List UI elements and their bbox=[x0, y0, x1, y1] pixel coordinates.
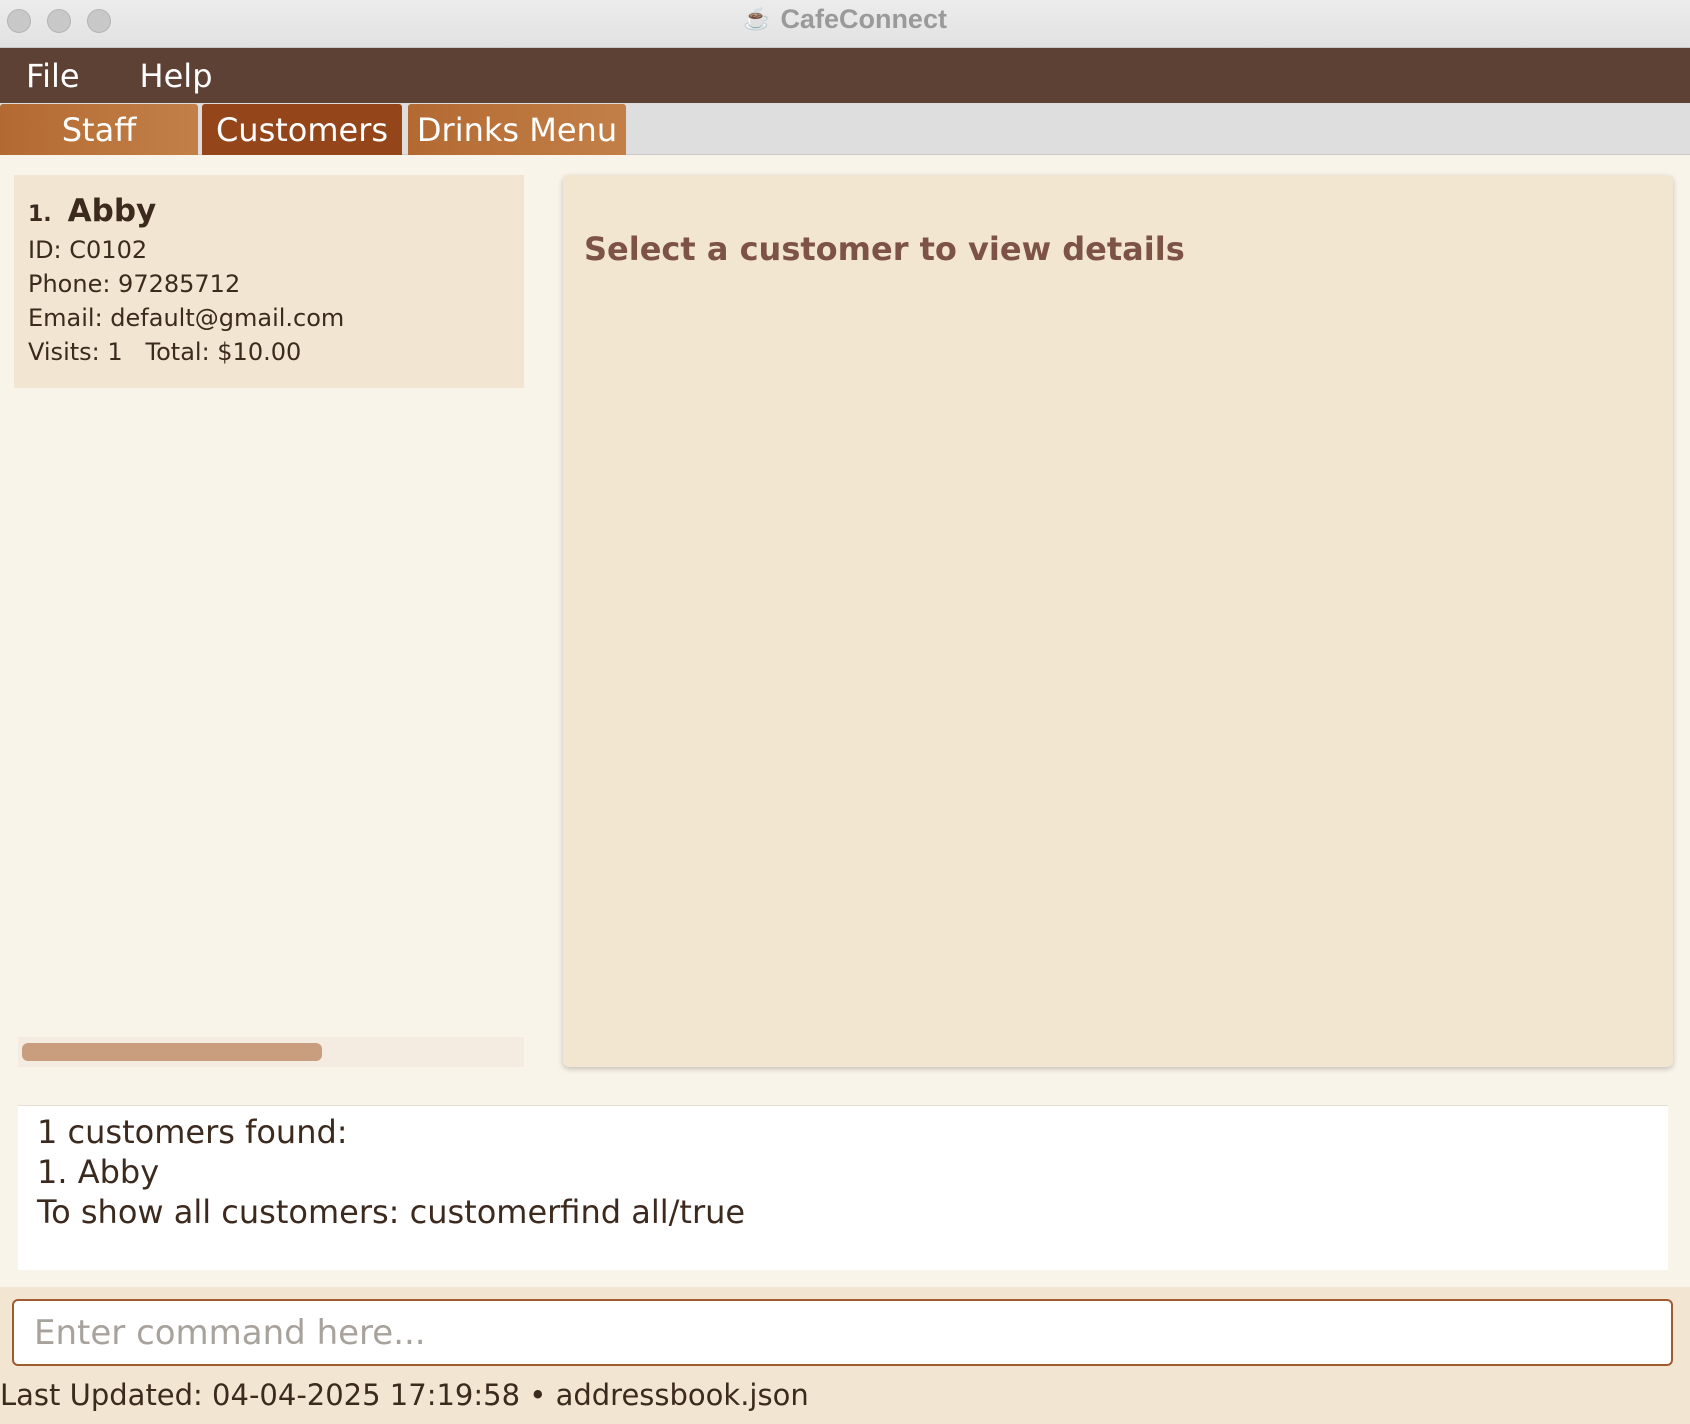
tab-staff[interactable]: Staff bbox=[0, 104, 198, 155]
customer-email: Email: default@gmail.com bbox=[28, 304, 345, 332]
coffee-cup-icon: ☕ bbox=[743, 6, 771, 31]
customer-phone: Phone: 97285712 bbox=[28, 270, 241, 298]
customer-index: 1. bbox=[28, 202, 52, 227]
customer-id: ID: C0102 bbox=[28, 236, 148, 264]
customer-list-panel: 1. Abby ID: C0102 Phone: 97285712 Email:… bbox=[0, 155, 540, 1070]
tab-bar: Staff Customers Drinks Menu bbox=[0, 103, 1690, 155]
result-line: 1 customers found: bbox=[37, 1113, 348, 1151]
customer-card[interactable]: 1. Abby ID: C0102 Phone: 97285712 Email:… bbox=[14, 175, 524, 388]
menu-file[interactable]: File bbox=[14, 57, 92, 95]
customer-detail-panel: Select a customer to view details bbox=[563, 175, 1673, 1067]
horizontal-scrollbar[interactable] bbox=[18, 1037, 524, 1067]
window-titlebar: ☕ CafeConnect bbox=[0, 0, 1690, 48]
customer-card-header: 1. Abby bbox=[28, 193, 524, 229]
horizontal-scrollbar-thumb[interactable] bbox=[22, 1043, 322, 1061]
command-area: Last Updated: 04-04-2025 17:19:58 • addr… bbox=[0, 1287, 1690, 1424]
window-title-text: CafeConnect bbox=[780, 3, 947, 34]
status-bar: Last Updated: 04-04-2025 17:19:58 • addr… bbox=[0, 1378, 809, 1412]
command-input[interactable] bbox=[12, 1299, 1673, 1366]
tab-drinks-menu[interactable]: Drinks Menu bbox=[408, 104, 626, 155]
detail-placeholder-text: Select a customer to view details bbox=[584, 230, 1185, 268]
customer-name: Abby bbox=[67, 193, 157, 229]
menu-help[interactable]: Help bbox=[128, 57, 225, 95]
result-line: 1. Abby bbox=[37, 1153, 160, 1191]
result-line: To show all customers: customerfind all/… bbox=[37, 1193, 746, 1231]
result-display: 1 customers found: 1. Abby To show all c… bbox=[18, 1105, 1668, 1270]
menubar: File Help bbox=[0, 48, 1690, 103]
customer-stats: Visits: 1 Total: $10.00 bbox=[28, 338, 302, 366]
window-title: ☕ CafeConnect bbox=[0, 0, 1690, 38]
tab-customers[interactable]: Customers bbox=[202, 104, 402, 155]
